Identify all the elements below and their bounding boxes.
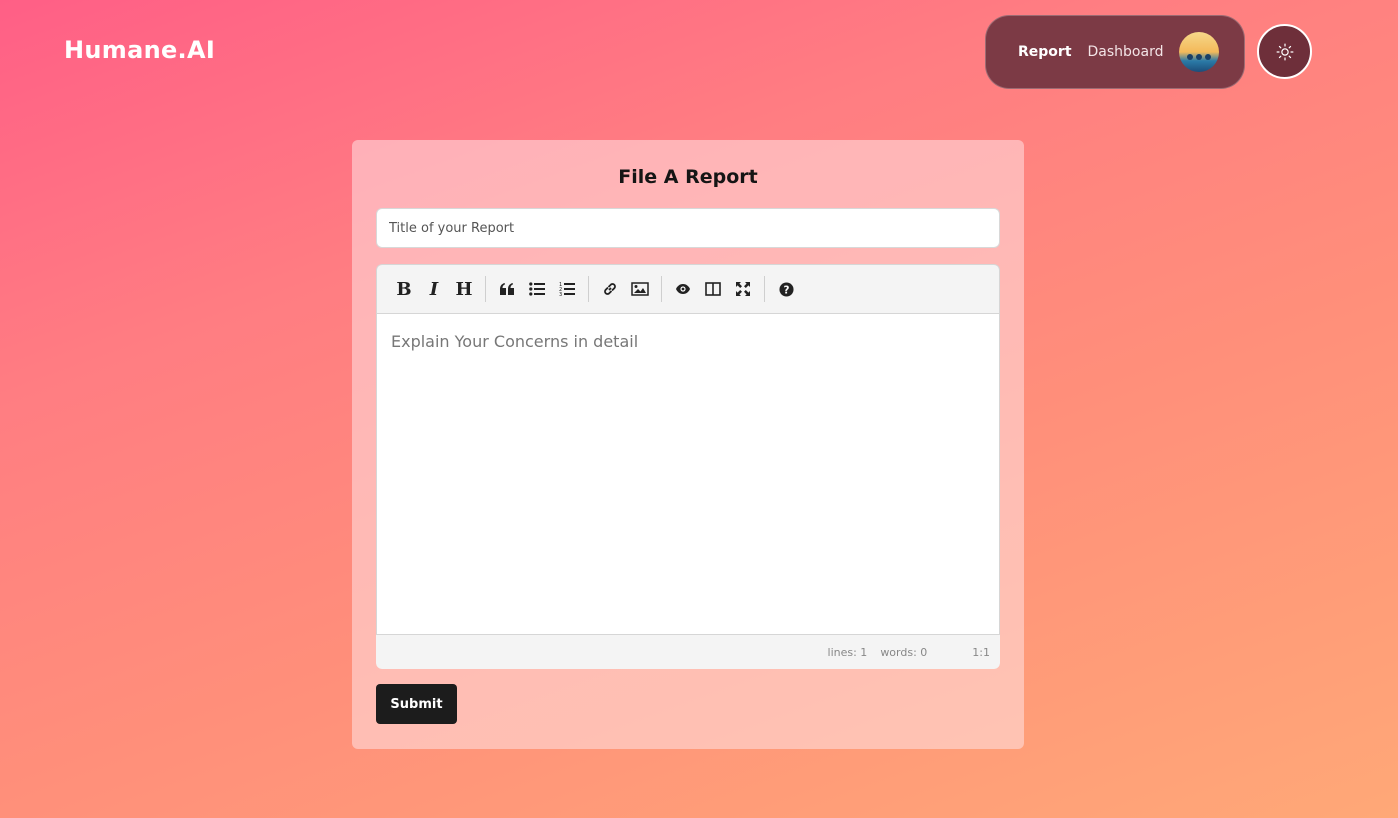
- editor-toolbar: B I H 123 ?: [376, 264, 1000, 314]
- markdown-guide-button[interactable]: ?: [771, 274, 801, 304]
- report-title-input[interactable]: [376, 208, 1000, 248]
- sun-icon: [1276, 43, 1293, 60]
- editor-statusbar: lines: 1 words: 0 1:1: [376, 635, 1000, 669]
- word-count: words: 0: [880, 645, 928, 659]
- heading-icon: H: [455, 278, 473, 300]
- bold-icon: B: [396, 278, 412, 300]
- ordered-list-button[interactable]: 123: [552, 274, 582, 304]
- quote-icon: [500, 283, 514, 295]
- italic-icon: I: [429, 278, 439, 300]
- report-body-textarea[interactable]: Explain Your Concerns in detail: [376, 314, 1000, 635]
- nav-link-report[interactable]: Report: [1018, 44, 1072, 60]
- help-icon: ?: [778, 281, 794, 297]
- toolbar-divider: [588, 276, 589, 302]
- heading-button[interactable]: H: [449, 274, 479, 304]
- form-title: File A Report: [618, 166, 758, 188]
- toolbar-divider: [485, 276, 486, 302]
- columns-icon: [705, 282, 721, 296]
- theme-toggle-button[interactable]: [1257, 24, 1312, 79]
- report-form-card: File A Report B I H 123: [352, 140, 1024, 749]
- preview-button[interactable]: [668, 274, 698, 304]
- eye-icon: [676, 284, 690, 294]
- list-ol-icon: 123: [559, 282, 575, 297]
- toolbar-divider: [764, 276, 765, 302]
- top-nav: Report Dashboard: [985, 15, 1245, 89]
- side-by-side-button[interactable]: [698, 274, 728, 304]
- user-avatar[interactable]: [1179, 32, 1220, 72]
- submit-button[interactable]: Submit: [376, 684, 457, 724]
- link-icon: [604, 283, 616, 295]
- bold-button[interactable]: B: [389, 274, 419, 304]
- nav-link-dashboard[interactable]: Dashboard: [1088, 44, 1164, 60]
- link-button[interactable]: [595, 274, 625, 304]
- image-button[interactable]: [625, 274, 655, 304]
- line-count: lines: 1: [827, 645, 868, 659]
- list-ul-icon: [529, 282, 545, 296]
- cursor-position: 1:1: [972, 645, 990, 659]
- fullscreen-icon: [736, 282, 750, 296]
- toolbar-divider: [661, 276, 662, 302]
- unordered-list-button[interactable]: [522, 274, 552, 304]
- image-icon: [631, 282, 649, 296]
- markdown-editor: B I H 123 ? Explain Your Concerns in det…: [376, 264, 1000, 669]
- brand-logo-text[interactable]: Humane.AI: [64, 36, 215, 64]
- italic-button[interactable]: I: [419, 274, 449, 304]
- svg-text:3: 3: [559, 292, 562, 297]
- svg-text:?: ?: [783, 284, 789, 296]
- quote-button[interactable]: [492, 274, 522, 304]
- fullscreen-button[interactable]: [728, 274, 758, 304]
